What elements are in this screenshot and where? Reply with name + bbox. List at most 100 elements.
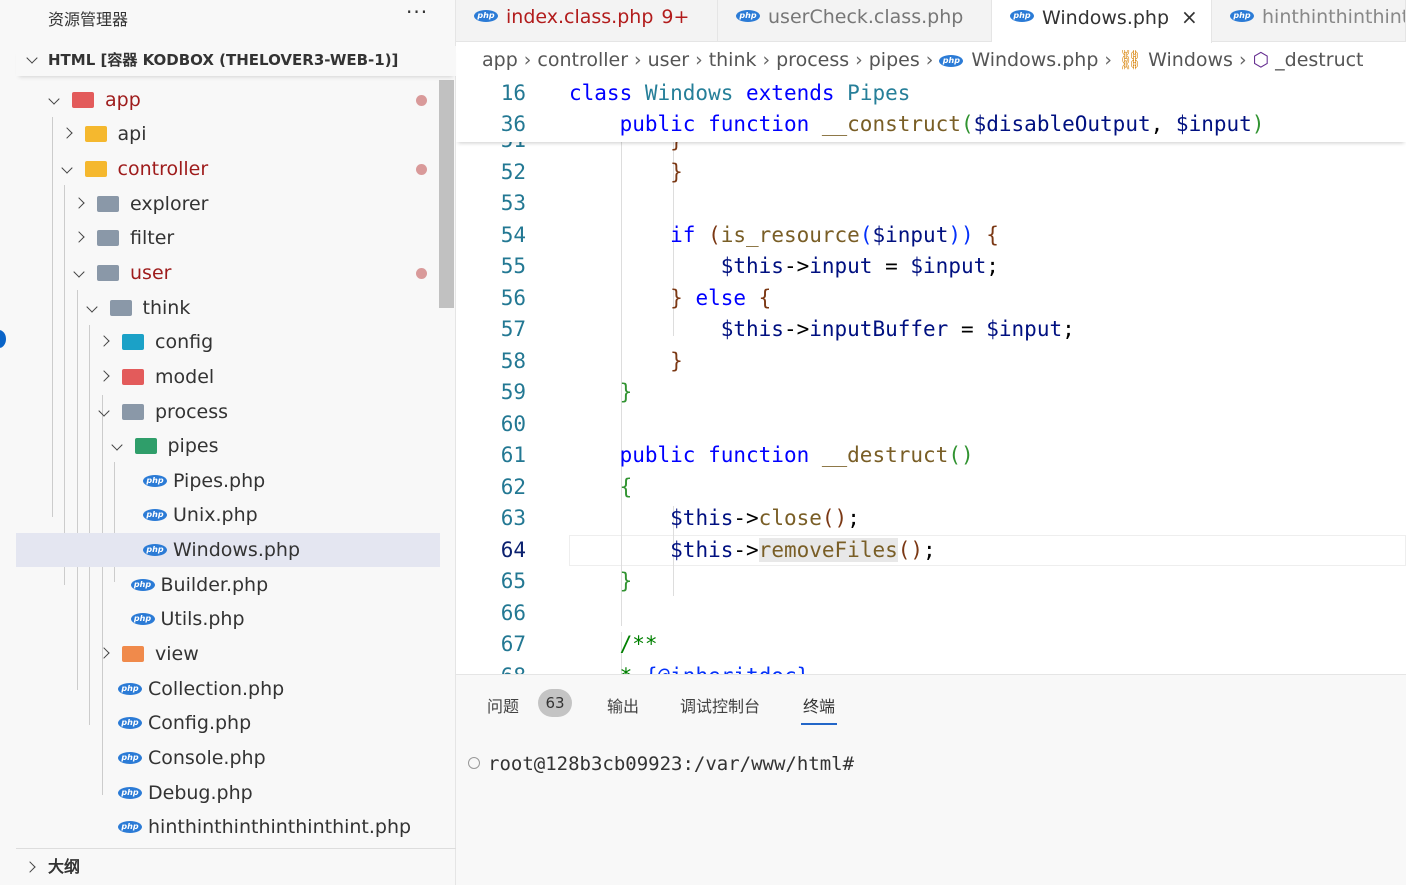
chevron-right-icon: › [925, 49, 934, 71]
close-icon[interactable]: × [1181, 5, 1198, 29]
line-number: 54 [500, 222, 526, 247]
code-token: * [620, 664, 645, 675]
php-file-icon: php [118, 821, 142, 834]
tree-item[interactable]: php Pipes.php [16, 464, 440, 498]
tree-item[interactable]: php hinthinthinthinthinthint.php [16, 810, 440, 844]
tree-item[interactable]: php Builder.php [16, 568, 440, 602]
tree-item[interactable]: view [16, 637, 440, 671]
tree-item-label: Windows.php [173, 539, 301, 562]
breadcrumb-class[interactable]: Windows [1148, 49, 1233, 71]
tab-label: Windows.php [1042, 7, 1170, 29]
php-file-icon: php [1010, 10, 1034, 22]
code-token: { [758, 285, 772, 310]
tree-item[interactable]: process [16, 395, 440, 429]
line-number: 56 [500, 285, 526, 310]
code-token: $input [986, 317, 1063, 341]
code-token: input [809, 254, 873, 278]
code-token: ; [923, 537, 936, 562]
terminal-prompt: root@128b3cb09923:/var/www/html# [488, 753, 855, 775]
code-token: $input [910, 254, 987, 278]
more-actions-button[interactable]: ··· [406, 0, 428, 24]
code-token: $input [872, 222, 949, 247]
class-icon: ⛓ [1118, 49, 1143, 71]
code-text: $this->close(); [569, 503, 860, 534]
line-number: 67 [500, 632, 526, 656]
line-number: 63 [500, 506, 526, 530]
tree-item[interactable]: think [16, 291, 440, 325]
code-line: 55 $this->input = $input; [456, 251, 1406, 282]
breadcrumb-item[interactable]: app [482, 49, 518, 71]
code-text: public function __construct($disableOutp… [569, 109, 1265, 140]
code-token: $this [670, 537, 734, 562]
tab-debug-console[interactable]: 调试控制台 [680, 693, 760, 725]
breadcrumb-item[interactable]: process [776, 49, 849, 71]
tree-item[interactable]: php Config.php [16, 706, 440, 740]
php-file-icon: php [143, 544, 167, 557]
code-text: } [569, 377, 633, 408]
tab-usercheck-class-php[interactable]: php userCheck.class.php [718, 0, 992, 42]
tab-label: hinthinthinthinthint [1262, 6, 1405, 28]
breadcrumb-method[interactable]: _destruct [1275, 49, 1363, 71]
breadcrumb-item[interactable]: think [709, 49, 757, 71]
tree-item[interactable]: user [16, 256, 440, 290]
tab-hinthinthinthinthint[interactable]: php hinthinthinthinthint [1212, 0, 1406, 42]
line-number: 66 [500, 600, 526, 625]
tab-windows-php[interactable]: php Windows.php × [992, 0, 1212, 43]
php-file-icon: php [143, 474, 167, 487]
code-token: extends [746, 81, 848, 105]
terminal[interactable]: root@128b3cb09923:/var/www/html# [468, 753, 854, 775]
tree-item[interactable]: php Unix.php [16, 498, 440, 532]
tree-item-label: view [155, 643, 199, 666]
tab-problems[interactable]: 问题 [487, 693, 519, 725]
tree-item[interactable]: model [16, 360, 440, 394]
tree-item[interactable]: app [16, 83, 440, 117]
code-token: $this [670, 506, 734, 530]
code-text: } else { [569, 283, 771, 314]
tree-item[interactable]: filter [16, 221, 440, 255]
php-file-icon: php [939, 54, 964, 67]
tab-output[interactable]: 输出 [607, 693, 639, 725]
php-file-icon: php [118, 717, 142, 730]
code-token: public function [619, 443, 822, 467]
breadcrumb-item[interactable]: controller [537, 49, 628, 71]
code-token: -> [783, 254, 810, 278]
tab-terminal[interactable]: 终端 [801, 693, 838, 725]
code-token: ; [986, 254, 999, 278]
breadcrumb-item[interactable]: user [648, 49, 689, 71]
sidebar-scrollbar[interactable] [439, 80, 454, 308]
chevron-down-icon [48, 92, 60, 105]
outline-section[interactable]: 大纲 [16, 848, 456, 885]
tree-item[interactable]: php Utils.php [16, 602, 440, 636]
code-line: 64 $this->removeFiles(); [456, 535, 1406, 566]
problems-count-badge: 63 [538, 689, 572, 717]
tree-item-label: app [105, 88, 141, 111]
tab-index-class-php[interactable]: php index.class.php 9+ [456, 0, 718, 42]
code-token: $input [1175, 112, 1252, 136]
workspace-root[interactable]: HTML [容器 KODBOX (THELOVER3-WEB-1)] [16, 46, 456, 76]
tree-item[interactable]: php Debug.php [16, 776, 440, 810]
folder-icon [97, 264, 119, 281]
breadcrumb-file[interactable]: Windows.php [971, 49, 1098, 71]
code-token: )) [948, 222, 974, 247]
tree-item[interactable]: api [16, 117, 440, 151]
folder-icon [122, 646, 144, 663]
tree-item[interactable]: php Console.php [16, 741, 440, 775]
tree-item[interactable]: controller [16, 152, 440, 186]
line-number: 16 [500, 81, 526, 105]
code-line: 62 { [456, 472, 1406, 503]
code-editor[interactable]: 16 class Windows extends Pipes 36 public f… [456, 76, 1406, 674]
breadcrumb-item[interactable]: pipes [869, 49, 920, 71]
line-number: 52 [500, 159, 526, 184]
code-token: } [670, 285, 696, 310]
chevron-right-icon: › [634, 49, 642, 71]
code-line: 65 } [456, 566, 1406, 597]
chevron-right-icon [98, 370, 110, 382]
tree-item[interactable]: pipes [16, 429, 440, 463]
tree-item[interactable]: explorer [16, 187, 440, 221]
tree-item[interactable]: php Windows.php [16, 533, 440, 568]
tree-item[interactable]: php Collection.php [16, 672, 440, 706]
tree-item[interactable]: config [16, 325, 440, 359]
